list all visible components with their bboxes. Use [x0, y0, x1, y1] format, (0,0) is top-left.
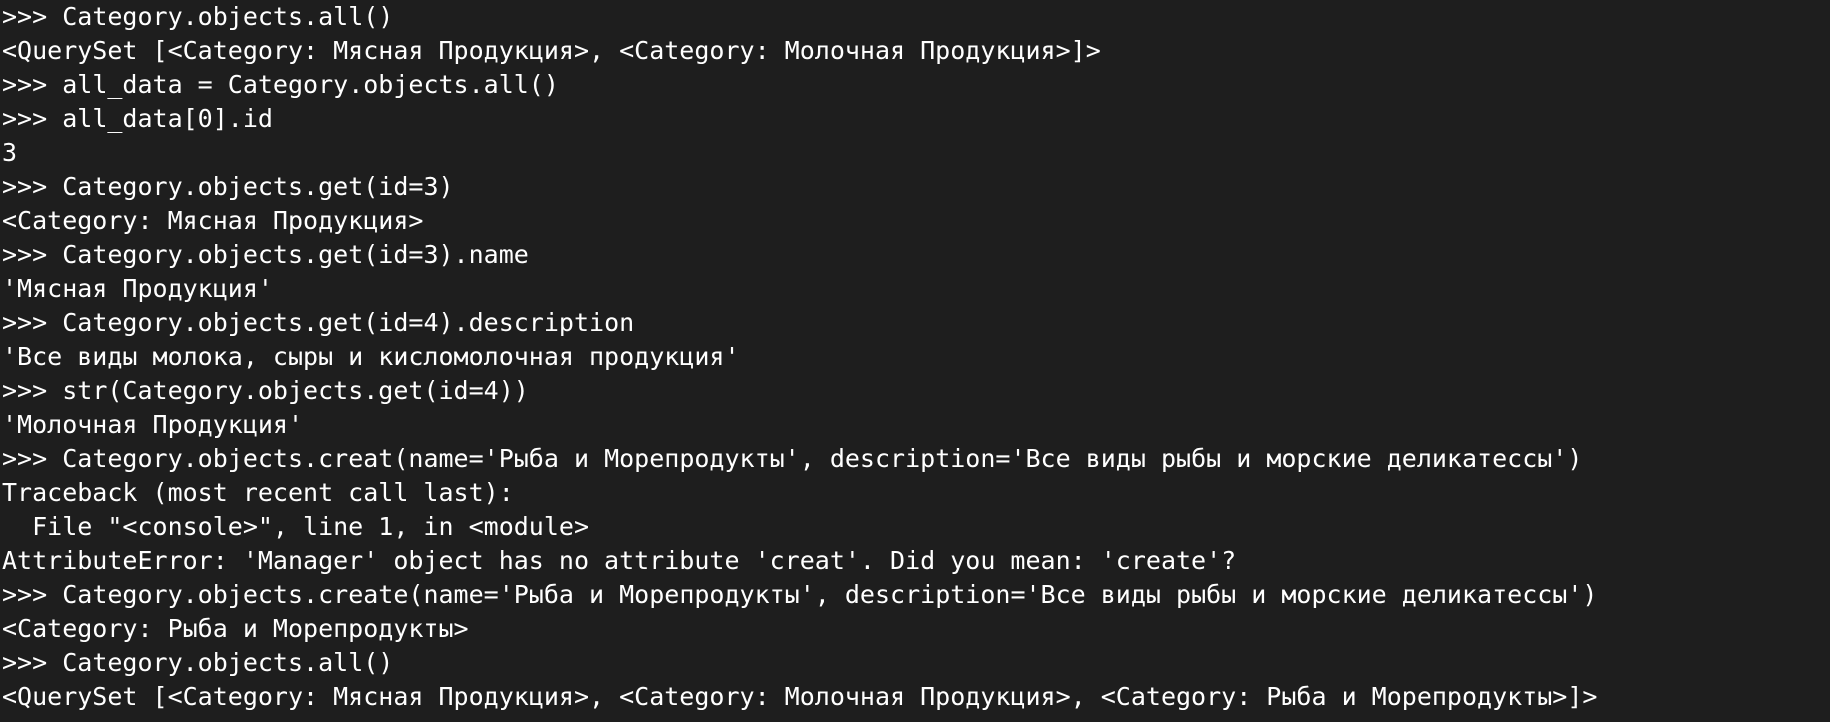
command-text: Category.objects.create(name='Рыба и Мор… — [62, 580, 1598, 609]
terminal-input-line: >>> all_data[0].id — [2, 102, 1828, 136]
command-text: Category.objects.all() — [62, 2, 394, 31]
terminal-input-line: >>> Category.objects.all() — [2, 0, 1828, 34]
output-text: File "<console>", line 1, in <module> — [2, 512, 589, 541]
terminal-output-line: File "<console>", line 1, in <module> — [2, 510, 1828, 544]
output-text: <QuerySet [<Category: Мясная Продукция>,… — [2, 36, 1101, 65]
prompt: >>> — [2, 580, 63, 609]
terminal-input-line: >>> Category.objects.get(id=3) — [2, 170, 1828, 204]
prompt: >>> — [2, 172, 63, 201]
command-text: Category.objects.all() — [62, 648, 394, 677]
terminal-output-line: <Category: Мясная Продукция> — [2, 204, 1828, 238]
prompt: >>> — [2, 444, 63, 473]
terminal-input-line: >>> Category.objects.get(id=4).descripti… — [2, 306, 1828, 340]
terminal-output-line: <QuerySet [<Category: Мясная Продукция>,… — [2, 34, 1828, 68]
terminal-input-line: >>> Category.objects.create(name='Рыба и… — [2, 578, 1828, 612]
output-text: <QuerySet [<Category: Мясная Продукция>,… — [2, 682, 1598, 711]
prompt: >>> — [2, 2, 63, 31]
terminal-output-line: <Category: Рыба и Морепродукты> — [2, 612, 1828, 646]
output-text: Traceback (most recent call last): — [2, 478, 514, 507]
terminal-output-line: 3 — [2, 136, 1828, 170]
output-text: <Category: Мясная Продукция> — [2, 206, 424, 235]
prompt: >>> — [2, 648, 63, 677]
terminal-output-line: 'Молочная Продукция' — [2, 408, 1828, 442]
terminal-input-line: >>> str(Category.objects.get(id=4)) — [2, 374, 1828, 408]
terminal-input-line: >>> Category.objects.creat(name='Рыба и … — [2, 442, 1828, 476]
prompt: >>> — [2, 70, 63, 99]
terminal-output[interactable]: >>> Category.objects.all() <QuerySet [<Ca… — [2, 0, 1828, 722]
command-text: Category.objects.get(id=4).description — [62, 308, 635, 337]
command-text: all_data[0].id — [62, 104, 273, 133]
terminal-output-line: <QuerySet [<Category: Мясная Продукция>,… — [2, 680, 1828, 714]
terminal-input-line: >>> Category.objects.get(id=3).name — [2, 238, 1828, 272]
output-text: 'Все виды молока, сыры и кисломолочная п… — [2, 342, 740, 371]
output-text: 'Молочная Продукция' — [2, 410, 304, 439]
terminal-input-line: >>> all_data = Category.objects.all() — [2, 68, 1828, 102]
output-text: 3 — [2, 138, 18, 167]
terminal-output-line: Traceback (most recent call last): — [2, 476, 1828, 510]
terminal-output-line: 'Все виды молока, сыры и кисломолочная п… — [2, 340, 1828, 374]
terminal-output-line: 'Мясная Продукция' — [2, 272, 1828, 306]
output-text: 'Мясная Продукция' — [2, 274, 273, 303]
terminal-output-line: AttributeError: 'Manager' object has no … — [2, 544, 1828, 578]
terminal-input-line: >>> Category.objects.all() — [2, 646, 1828, 680]
prompt: >>> — [2, 376, 63, 405]
command-text: Category.objects.creat(name='Рыба и Море… — [62, 444, 1583, 473]
output-text: <Category: Рыба и Морепродукты> — [2, 614, 469, 643]
prompt: >>> — [2, 308, 63, 337]
command-text: str(Category.objects.get(id=4)) — [62, 376, 529, 405]
command-text: Category.objects.get(id=3).name — [62, 240, 529, 269]
command-text: all_data = Category.objects.all() — [62, 70, 559, 99]
prompt: >>> — [2, 240, 63, 269]
output-text: AttributeError: 'Manager' object has no … — [2, 546, 1237, 575]
command-text: Category.objects.get(id=3) — [62, 172, 454, 201]
prompt: >>> — [2, 104, 63, 133]
